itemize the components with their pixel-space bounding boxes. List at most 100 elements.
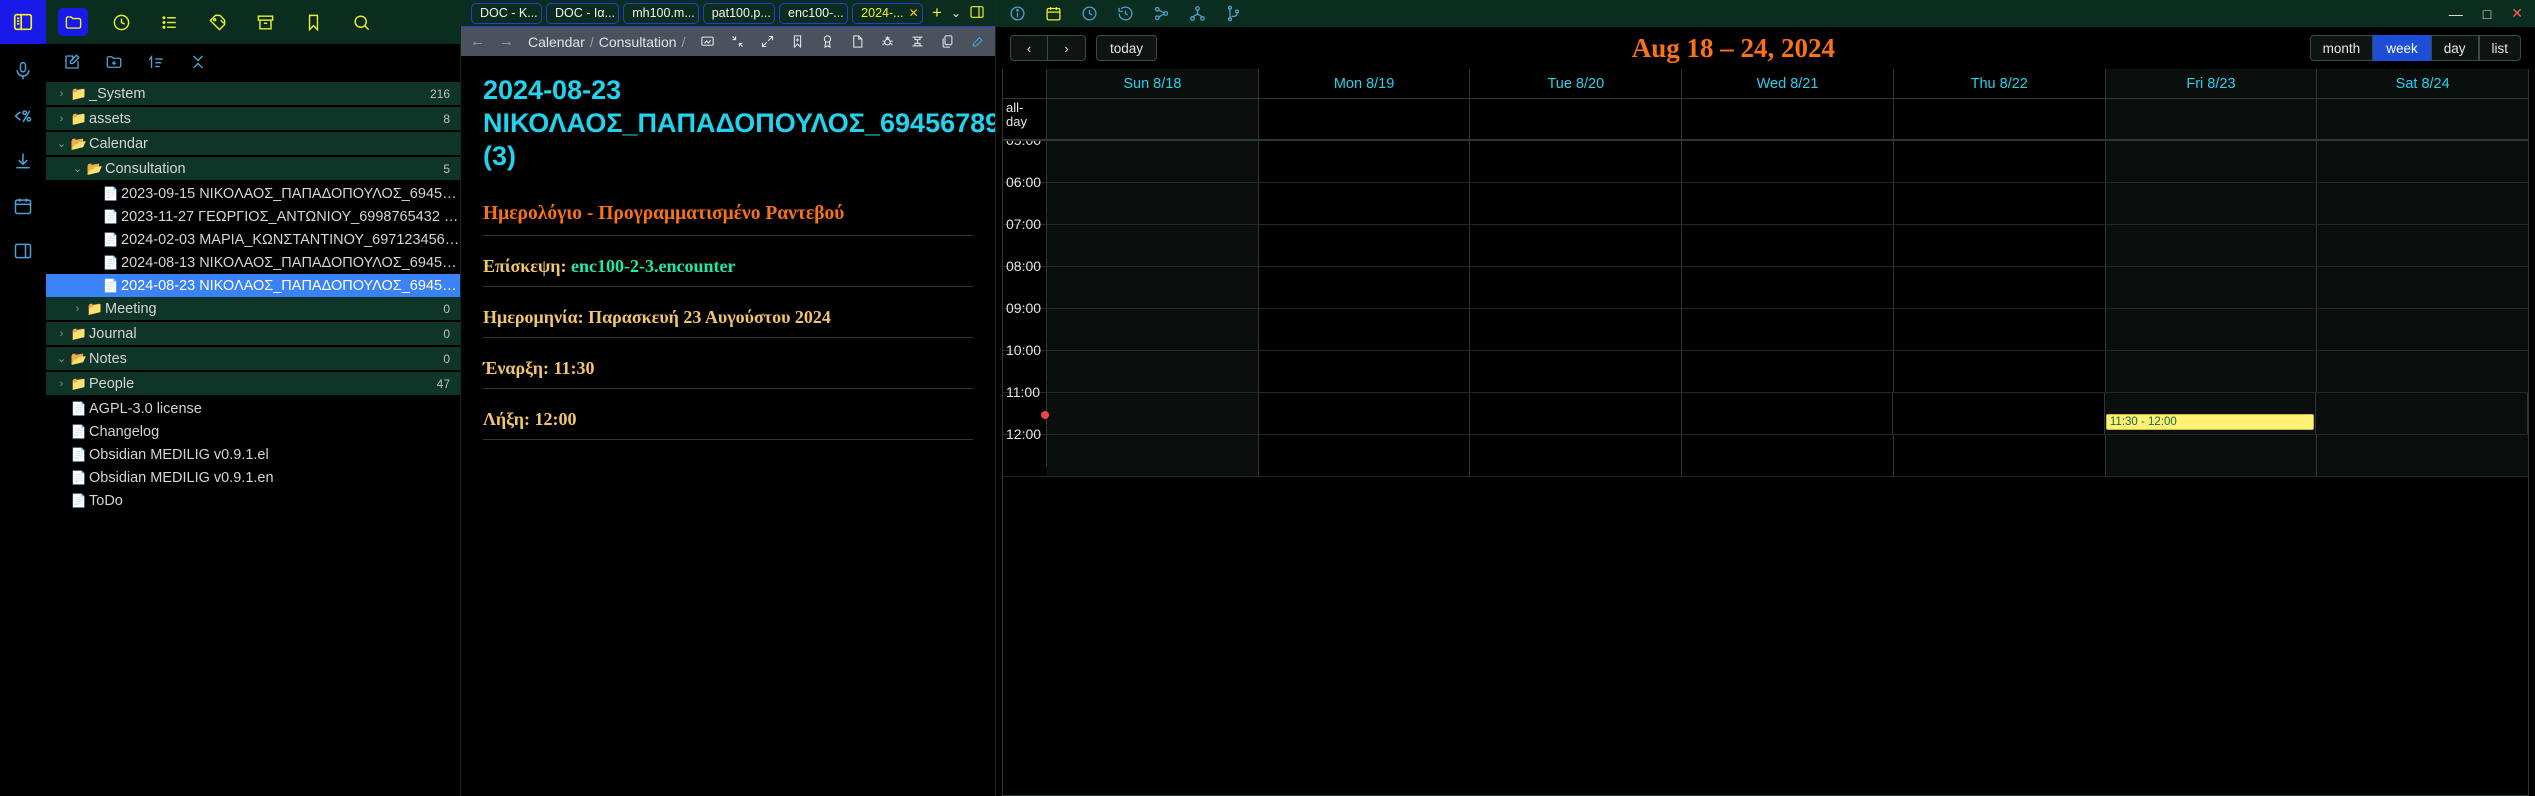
calendar-slot-cell[interactable] xyxy=(2317,141,2528,182)
calendar-slot-cell[interactable] xyxy=(1470,267,1683,308)
calendar-slot-cell[interactable] xyxy=(1047,351,1259,392)
calendar-slot-cell[interactable] xyxy=(1894,435,2106,476)
calendar-slot-cell[interactable] xyxy=(2317,183,2528,224)
file-tree-item[interactable]: 📄 Obsidian MEDILIG v0.9.1.el xyxy=(46,443,460,466)
calendar-slot-cell[interactable] xyxy=(1259,393,1471,434)
new-folder-icon[interactable] xyxy=(104,52,124,72)
collapse-inward-icon[interactable] xyxy=(729,33,746,50)
archive-icon[interactable] xyxy=(250,8,280,36)
bookmark-icon[interactable] xyxy=(298,8,328,36)
calendar-icon[interactable] xyxy=(10,193,36,219)
calendar-slot-cell[interactable] xyxy=(1894,351,2106,392)
calendar-slot-cell[interactable] xyxy=(2105,351,2318,392)
calendar-slot-cell[interactable] xyxy=(2317,435,2528,476)
tree-chevron-icon[interactable]: › xyxy=(54,113,69,125)
tree-chevron-icon[interactable]: › xyxy=(54,88,69,100)
tree-chevron-icon[interactable]: › xyxy=(70,303,85,315)
file-tree-folder[interactable]: ⌄ 📂 Calendar xyxy=(46,132,460,155)
calendar-day-header-cell[interactable]: Sun 8/18 xyxy=(1047,69,1259,98)
calendar-slot-cell[interactable] xyxy=(1682,183,1894,224)
bug-icon[interactable] xyxy=(879,33,896,50)
calendar-allday-cell[interactable] xyxy=(1470,99,1683,139)
breadcrumb[interactable]: Calendar / Consultation / xyxy=(528,34,685,50)
git-branch-icon[interactable] xyxy=(1224,4,1243,23)
microphone-icon[interactable] xyxy=(10,58,36,84)
bookmark-add-icon[interactable] xyxy=(789,33,806,50)
file-tree-folder[interactable]: › 📁 assets 8 xyxy=(46,107,460,130)
editor-tab[interactable]: 2024-... ✕ xyxy=(852,2,923,24)
breadcrumb-part[interactable]: Calendar xyxy=(528,34,585,50)
calendar-slot-cell[interactable] xyxy=(1470,141,1683,182)
calendar-slot-cell[interactable] xyxy=(1682,267,1894,308)
calendar-view-list[interactable]: list xyxy=(2478,35,2521,61)
calendar-today-button[interactable]: today xyxy=(1096,35,1158,61)
calendar-day-header-cell[interactable]: Wed 8/21 xyxy=(1682,69,1894,98)
calendar-prev-button[interactable]: ‹ xyxy=(1010,35,1048,61)
calendar-day-header-cell[interactable]: Mon 8/19 xyxy=(1259,69,1471,98)
calendar-slot-cell[interactable] xyxy=(1470,225,1683,266)
folder-icon[interactable] xyxy=(58,8,88,36)
list-icon[interactable] xyxy=(154,8,184,36)
file-tree-folder[interactable]: › 📁 People 47 xyxy=(46,372,460,395)
minimize-button[interactable]: — xyxy=(2449,6,2463,22)
calendar-day-header-cell[interactable]: Sat 8/24 xyxy=(2317,69,2528,98)
calendar-slot-cell[interactable] xyxy=(1682,225,1894,266)
calendar-icon[interactable] xyxy=(1044,4,1063,23)
calendar-slot-cell[interactable] xyxy=(1047,309,1259,350)
panel-right-icon[interactable] xyxy=(10,238,36,264)
calendar-allday-cell[interactable] xyxy=(1682,99,1894,139)
editor-tab[interactable]: DOC - K... xyxy=(471,2,543,24)
file-tree-folder[interactable]: › 📁 _System 216 xyxy=(46,82,460,105)
download-icon[interactable] xyxy=(10,148,36,174)
calendar-slot-cell[interactable] xyxy=(1682,309,1894,350)
calendar-slot-cell[interactable] xyxy=(1682,435,1894,476)
calendar-slot-cell[interactable] xyxy=(1259,183,1471,224)
calendar-slot-cell[interactable] xyxy=(1894,141,2106,182)
calendar-slot-cell[interactable] xyxy=(2317,267,2528,308)
file-tree-folder[interactable]: ⌄ 📂 Notes 0 xyxy=(46,347,460,370)
calendar-allday-cell[interactable] xyxy=(1259,99,1471,139)
tree-chevron-icon[interactable]: › xyxy=(54,328,69,340)
calendar-slot-cell[interactable] xyxy=(1682,351,1894,392)
calendar-slot-cell[interactable] xyxy=(1470,309,1683,350)
tree-chevron-icon[interactable]: › xyxy=(54,378,69,390)
split-panel-icon[interactable] xyxy=(969,4,989,23)
info-icon[interactable] xyxy=(1008,4,1027,23)
calendar-slot-cell[interactable] xyxy=(1682,393,1894,434)
file-tree-folder[interactable]: ⌄ 📂 Consultation 5 xyxy=(46,157,460,180)
field-value[interactable]: enc100-2-3.encounter xyxy=(571,256,735,276)
file-tree-item[interactable]: 📄 2024-02-03 ΜΑΡΙΑ_ΚΩΝΣΤΑΝΤΙΝΟΥ_697123456… xyxy=(46,228,460,251)
calendar-slot-cell[interactable] xyxy=(1047,267,1259,308)
calendar-slot-cell[interactable] xyxy=(2105,267,2318,308)
calendar-slot-cell[interactable] xyxy=(1047,435,1259,476)
file-tree[interactable]: › 📁 _System 216 › 📁 assets 8 ⌄ 📂 Calendar ⌄ 📂 Consult… xyxy=(46,80,460,796)
calendar-day-header-cell[interactable]: Thu 8/22 xyxy=(1894,69,2106,98)
file-tree-item[interactable]: 📄 2023-11-27 ΓΕΩΡΓΙΟΣ_ΑΝΤΩΝΙΟΥ_6998765432… xyxy=(46,205,460,228)
new-tab-button[interactable]: + xyxy=(927,3,947,23)
breadcrumb-part[interactable]: Consultation xyxy=(599,34,677,50)
calendar-time-slots[interactable]: 05:0006:0007:0008:0009:0010:0011:00 11:30… xyxy=(1003,141,2528,795)
calendar-allday-cell[interactable] xyxy=(1894,99,2106,139)
calendar-slot-cell[interactable] xyxy=(1047,141,1259,182)
calendar-allday-cell[interactable] xyxy=(1047,99,1259,139)
outline-icon[interactable] xyxy=(909,33,926,50)
calendar-event[interactable]: 11:30 - 12:00 xyxy=(2105,413,2315,430)
file-tree-item[interactable]: 📄 AGPL-3.0 license xyxy=(46,397,460,420)
calendar-slot-cell[interactable] xyxy=(1047,183,1259,224)
collapse-icon[interactable] xyxy=(188,52,208,72)
tags-icon[interactable] xyxy=(202,8,232,36)
calendar-slot-cell[interactable] xyxy=(1470,435,1683,476)
tree-chevron-icon[interactable]: ⌄ xyxy=(54,352,69,365)
file-tree-item[interactable]: 📄 2024-08-23 ΝΙΚΟΛΑΟΣ_ΠΑΠΑΔΟΠΟΥΛΟΣ_694567… xyxy=(46,274,460,297)
calendar-slot-cell[interactable] xyxy=(1047,393,1259,434)
calendar-slot-cell[interactable] xyxy=(1894,225,2106,266)
calendar-slot-cell[interactable] xyxy=(2317,225,2528,266)
editor-tab[interactable]: DOC - Ια... xyxy=(546,2,620,24)
badge-icon[interactable] xyxy=(819,33,836,50)
file-tree-item[interactable]: 📄 2024-08-13 ΝΙΚΟΛΑΟΣ_ΠΑΠΑΔΟΠΟΥΛΟΣ_694567… xyxy=(46,251,460,274)
expand-outward-icon[interactable] xyxy=(759,33,776,50)
calendar-slot-cell[interactable] xyxy=(1470,351,1683,392)
page-icon[interactable] xyxy=(849,33,866,50)
file-tree-folder[interactable]: › 📁 Journal 0 xyxy=(46,322,460,345)
calendar-slot-cell[interactable] xyxy=(1894,309,2106,350)
